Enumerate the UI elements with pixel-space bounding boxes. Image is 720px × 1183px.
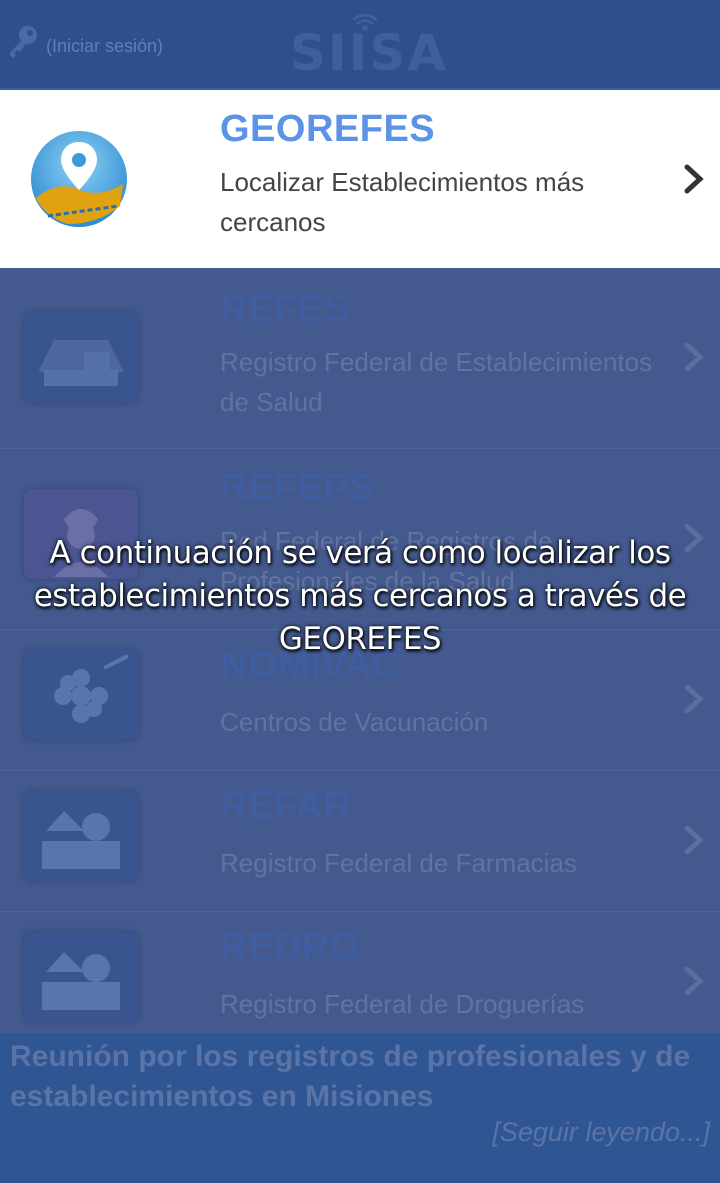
tutorial-caption: A continuación se verá como localizar lo…	[33, 535, 687, 657]
list-item-redro[interactable]: REDRO Registro Federal de Droguerías	[0, 912, 720, 1033]
item-description: Registro Federal de Droguerías	[220, 989, 585, 1019]
item-name: REFAR	[220, 785, 352, 827]
news-title: Reunión por los registros de profesional…	[10, 1040, 691, 1113]
list-item-refar[interactable]: REFAR Registro Federal de Farmacias	[0, 771, 720, 912]
chevron-right-icon	[684, 966, 704, 996]
pharmacy-icon	[24, 791, 138, 881]
drugstore-icon	[24, 932, 138, 1022]
item-description: Localizar Establecimientos más cercanos	[220, 167, 585, 237]
login-link[interactable]: (Iniciar sesión)	[46, 36, 163, 57]
chevron-right-icon	[684, 825, 704, 855]
item-name: REFES	[220, 288, 350, 330]
read-more-link[interactable]: [Seguir leyendo...]	[492, 1117, 710, 1148]
item-description: Centros de Vacunación	[220, 707, 489, 737]
item-name: REDRO	[220, 926, 360, 968]
chevron-right-icon	[684, 684, 704, 714]
list-item-refes[interactable]: REFES Registro Federal de Establecimient…	[0, 268, 720, 449]
news-banner[interactable]: Reunión por los registros de profesional…	[0, 1033, 720, 1183]
logo-text: SIISA	[290, 24, 448, 82]
siisa-logo: SIISA	[290, 6, 448, 82]
hospital-building-icon	[24, 312, 138, 402]
list-item-georefes[interactable]: GEOREFES Localizar Establecimientos más …	[0, 90, 720, 268]
map-pin-icon	[31, 131, 127, 227]
chevron-right-icon	[684, 342, 704, 372]
item-name: REFEPS	[220, 467, 376, 509]
app-header: (Iniciar sesión) SIISA	[0, 0, 720, 90]
vaccine-icon	[24, 650, 138, 740]
item-description: Registro Federal de Establecimientos de …	[220, 347, 653, 417]
key-icon[interactable]	[6, 24, 40, 60]
item-description: Registro Federal de Farmacias	[220, 848, 577, 878]
chevron-right-icon	[684, 164, 704, 194]
item-name: GEOREFES	[220, 108, 436, 150]
